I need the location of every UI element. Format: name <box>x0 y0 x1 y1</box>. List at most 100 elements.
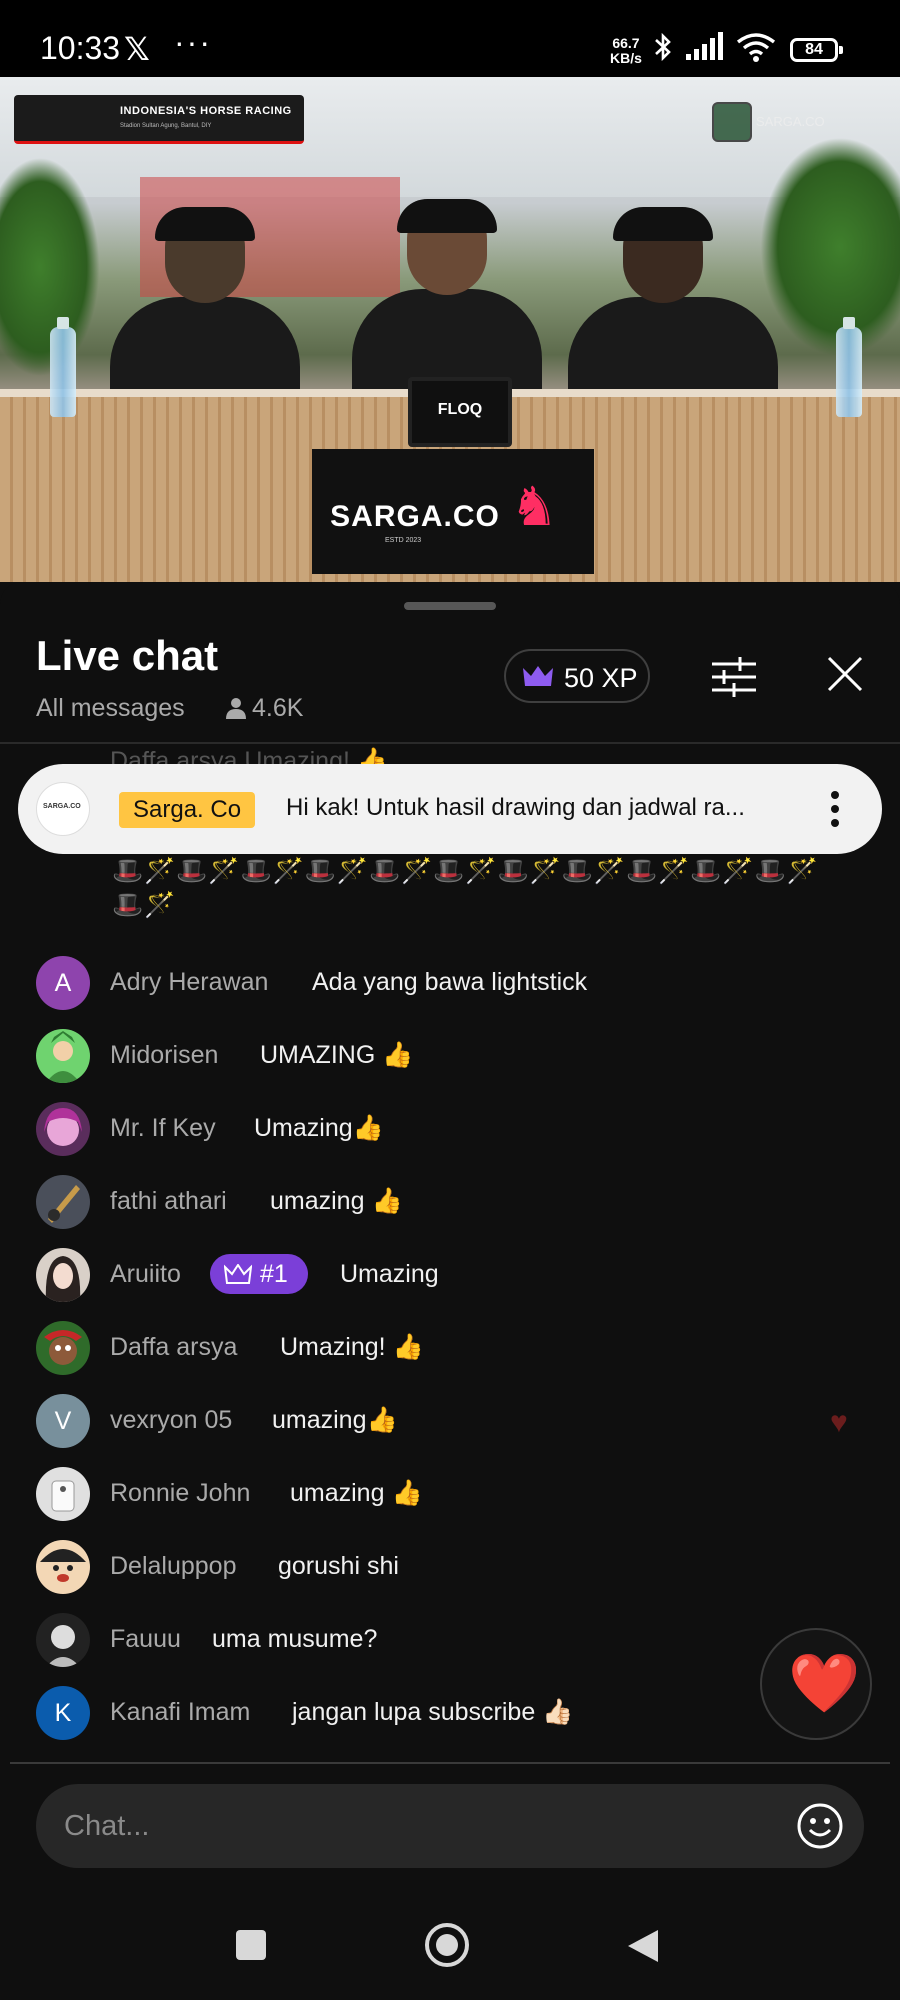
floq-monitor: FLOQ <box>408 377 512 447</box>
author-name[interactable]: vexryon 05 <box>110 1406 232 1435</box>
network-speed-value: 66.7 <box>612 35 640 51</box>
chat-message[interactable]: K Kanafi Imam jangan lupa subscribe 👍🏻 <box>36 1684 856 1740</box>
network-speed-unit: KB/s <box>610 50 642 66</box>
avatar[interactable] <box>36 1613 90 1667</box>
avatar[interactable] <box>36 1248 90 1302</box>
x-app-icon: 𝕏 <box>124 31 150 67</box>
close-icon[interactable] <box>826 655 864 693</box>
wifi-icon <box>736 33 776 62</box>
emoji-row: 🎩🪄 <box>112 891 177 919</box>
filter-icon[interactable] <box>710 656 758 698</box>
author-name[interactable]: Adry Herawan <box>110 968 268 997</box>
author-name[interactable]: Ronnie John <box>110 1479 250 1508</box>
author-name[interactable]: Delaluppop <box>110 1552 237 1581</box>
pinned-logo-text: SARGA.CO <box>43 803 81 810</box>
heart-reaction-button[interactable]: ❤️ <box>760 1628 872 1740</box>
pinned-text: Hi kak! Untuk hasil drawing dan jadwal r… <box>286 794 745 821</box>
avatar[interactable] <box>36 1102 90 1156</box>
more-vert-icon[interactable] <box>828 788 842 830</box>
avatar[interactable]: A <box>36 956 90 1010</box>
avatar[interactable]: V <box>36 1394 90 1448</box>
viewer-count-value: 4.6K <box>252 694 304 722</box>
pinned-avatar: SARGA.CO <box>36 782 90 836</box>
chat-message[interactable]: Daffa arsya Umazing! 👍 <box>36 1319 856 1375</box>
recents-button[interactable] <box>236 1930 266 1960</box>
status-bar: 10:33 𝕏 ··· 66.7 KB/s 84 <box>0 0 900 77</box>
person-icon <box>226 698 246 719</box>
chat-message[interactable]: Mr. If Key Umazing👍 <box>36 1100 856 1156</box>
pinned-message[interactable]: SARGA.CO Sarga. Co Hi kak! Untuk hasil d… <box>18 764 882 854</box>
emoji-message: 🎩🪄🎩🪄🎩🪄🎩🪄🎩🪄🎩🪄🎩🪄🎩🪄🎩🪄🎩🪄🎩🪄 🎩🪄🎩🪄🎩🪄🎩🪄🎩🪄🎩🪄🎩🪄🎩🪄🎩… <box>112 854 862 922</box>
avatar[interactable] <box>36 1321 90 1375</box>
author-name[interactable]: Mr. If Key <box>110 1114 216 1143</box>
message-text: umazing 👍 <box>270 1187 403 1215</box>
message-text: Ada yang bawa lightstick <box>312 968 588 996</box>
xp-button[interactable]: 50 XP <box>504 649 650 703</box>
author-name[interactable]: Kanafi Imam <box>110 1698 250 1727</box>
xp-label: 50 XP <box>564 663 638 693</box>
horse-logo-icon: ♞ <box>510 477 559 537</box>
chat-message[interactable]: Fauuu uma musume? <box>36 1611 856 1667</box>
avatar[interactable] <box>36 1467 90 1521</box>
panel-title: Live chat <box>36 632 219 679</box>
chat-input[interactable] <box>36 1784 864 1868</box>
avatar[interactable]: K <box>36 1686 90 1740</box>
watermark-badge-icon <box>712 102 752 142</box>
chat-filter-label[interactable]: All messages <box>36 694 185 723</box>
message-text: umazing 👍 <box>290 1479 423 1507</box>
chat-message[interactable]: A Adry Herawan Ada yang bawa lightstick <box>36 954 856 1010</box>
author-name[interactable]: Daffa arsya <box>110 1333 237 1362</box>
video-player[interactable]: FLOQ SARGA.CO ESTD 2023 ♞ INDONESIA'S HO… <box>0 77 900 582</box>
emoji-row: 🎩🪄🎩🪄🎩🪄🎩🪄🎩🪄🎩🪄🎩🪄🎩🪄🎩🪄🎩🪄🎩🪄 <box>112 857 819 885</box>
back-button[interactable] <box>626 1928 660 1964</box>
plant-decoration <box>760 137 900 357</box>
banner-title: INDONESIA'S HORSE RACING <box>120 105 292 117</box>
drag-handle[interactable] <box>404 602 496 610</box>
home-button[interactable] <box>424 1922 470 1968</box>
banner-subtitle: Stadion Sultan Agung, Bantul, DIY <box>120 123 212 129</box>
author-name[interactable]: Midorisen <box>110 1041 218 1070</box>
chat-message[interactable]: Aruiito #1 Umazing <box>36 1246 856 1302</box>
signal-icon <box>686 32 723 60</box>
emoji-icon[interactable] <box>796 1802 844 1850</box>
avatar[interactable] <box>36 1029 90 1083</box>
chat-message[interactable]: Delaluppop gorushi shi <box>36 1538 856 1594</box>
bluetooth-icon <box>655 32 671 62</box>
author-name[interactable]: Fauuu <box>110 1625 181 1654</box>
battery-icon: 84 <box>790 38 843 62</box>
watermark-text: SARGA.CO <box>756 114 825 129</box>
message-text: Umazing <box>340 1260 439 1288</box>
sign-subtext: ESTD 2023 <box>385 537 422 544</box>
message-text: jangan lupa subscribe 👍🏻 <box>292 1698 574 1726</box>
network-speed: 66.7 KB/s <box>610 36 642 66</box>
water-bottle <box>50 317 76 417</box>
channel-watermark: SARGA.CO <box>712 102 872 142</box>
chat-message[interactable]: fathi athari umazing 👍 <box>36 1173 856 1229</box>
leaderboard-rank-badge: #1 <box>210 1254 308 1294</box>
more-notifications-icon: ··· <box>174 24 212 60</box>
avatar[interactable] <box>36 1540 90 1594</box>
message-text: gorushi shi <box>278 1552 399 1580</box>
avatar[interactable] <box>36 1175 90 1229</box>
chat-message[interactable]: Midorisen UMAZING 👍 <box>36 1027 856 1083</box>
viewer-count: 4.6K <box>226 694 303 723</box>
message-text: uma musume? <box>212 1625 378 1653</box>
water-bottle <box>836 317 862 417</box>
author-name[interactable]: Aruiito <box>110 1260 181 1289</box>
chat-message[interactable]: V vexryon 05 umazing👍 <box>36 1392 856 1448</box>
sign-text: SARGA.CO <box>330 500 500 533</box>
message-text: Umazing👍 <box>254 1114 384 1142</box>
author-name[interactable]: fathi athari <box>110 1187 227 1216</box>
input-divider <box>10 1762 890 1764</box>
clock: 10:33 <box>40 30 121 66</box>
message-text: UMAZING 👍 <box>260 1041 414 1069</box>
pinned-author-badge: Sarga. Co <box>119 792 256 828</box>
crown-icon <box>523 666 553 686</box>
message-text: umazing👍 <box>272 1406 398 1434</box>
chat-message[interactable]: Ronnie John umazing 👍 <box>36 1465 856 1521</box>
message-text: Umazing! 👍 <box>280 1333 424 1361</box>
header-divider <box>0 742 900 744</box>
rank-label: #1 <box>260 1260 288 1288</box>
floating-heart-icon: ♥ <box>830 1406 848 1439</box>
crown-icon <box>224 1264 252 1284</box>
